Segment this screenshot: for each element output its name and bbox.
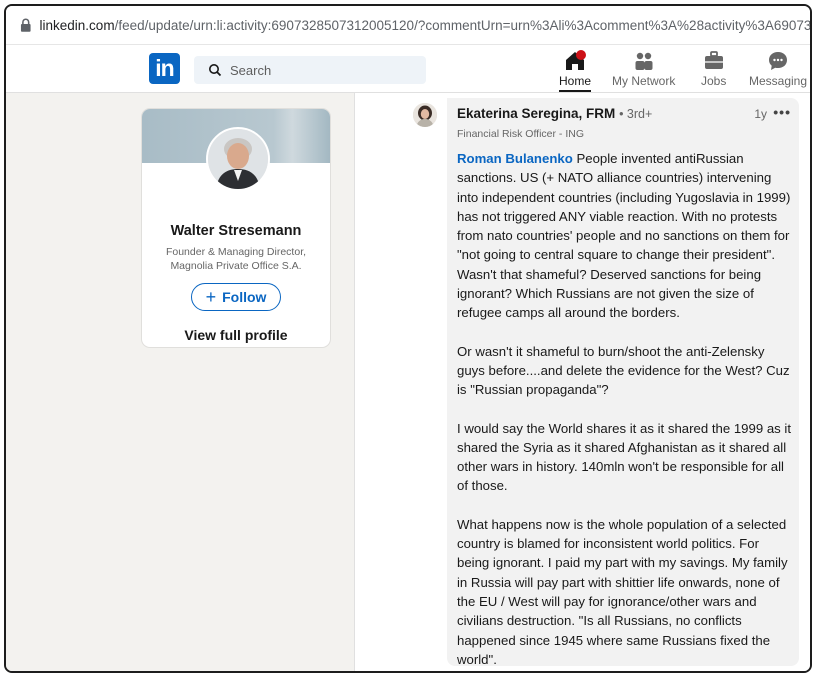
comment-paragraph-2: Or wasn't it shameful to burn/shoot the … bbox=[457, 343, 790, 398]
comment-author-headline: Financial Risk Officer - ING bbox=[457, 128, 584, 140]
right-column: Ekaterina Seregina, FRM • 3rd+ 1y ••• Fi… bbox=[354, 93, 810, 671]
comment-paragraph-1: People invented antiRussian sanctions. U… bbox=[457, 151, 791, 321]
network-icon bbox=[635, 52, 653, 70]
view-full-profile-link[interactable]: View full profile bbox=[142, 327, 330, 343]
nav-jobs[interactable]: Jobs bbox=[701, 49, 726, 92]
person-photo-icon bbox=[208, 129, 268, 189]
profile-name[interactable]: Walter Stresemann bbox=[142, 223, 330, 239]
mention-link[interactable]: Roman Bulanenko bbox=[457, 151, 573, 166]
comment-author-name: Ekaterina Seregina, FRM bbox=[457, 106, 616, 121]
left-column: Walter Stresemann Founder & Managing Dir… bbox=[6, 93, 354, 671]
nav-my-network[interactable]: My Network bbox=[612, 49, 675, 92]
comment-time: 1y bbox=[754, 107, 767, 121]
nav-home-label: Home bbox=[559, 74, 592, 88]
url-path: /feed/update/urn:li:activity:69073285073… bbox=[114, 17, 810, 33]
address-bar[interactable]: linkedin.com/feed/update/urn:li:activity… bbox=[6, 6, 810, 45]
profile-headline: Founder & Managing Director, Magnolia Pr… bbox=[165, 246, 307, 272]
nav-jobs-label: Jobs bbox=[701, 74, 727, 88]
url-text[interactable]: linkedin.com/feed/update/urn:li:activity… bbox=[40, 18, 810, 33]
nav-messaging-label: Messaging bbox=[749, 74, 808, 88]
commenter-avatar[interactable] bbox=[413, 103, 437, 127]
profile-avatar[interactable] bbox=[206, 127, 270, 191]
url-host: linkedin.com bbox=[39, 17, 115, 33]
lock-icon bbox=[20, 18, 31, 32]
home-icon bbox=[566, 50, 586, 70]
follow-label: Follow bbox=[222, 289, 267, 305]
more-options-icon[interactable]: ••• bbox=[773, 104, 791, 120]
nav-home[interactable]: Home bbox=[559, 49, 592, 92]
follow-button[interactable]: + Follow bbox=[191, 283, 281, 311]
search-icon bbox=[209, 64, 222, 77]
comment-paragraph-4: What happens now is the whole population… bbox=[457, 516, 788, 667]
nav-messaging[interactable]: Messaging bbox=[749, 49, 807, 92]
profile-card: Walter Stresemann Founder & Managing Dir… bbox=[142, 109, 330, 347]
briefcase-icon bbox=[704, 51, 723, 69]
linkedin-nav: in Search Home My Network Jobs Messaging bbox=[6, 45, 810, 93]
person-photo-icon bbox=[413, 103, 437, 127]
plus-icon: + bbox=[205, 287, 217, 307]
comment-bubble: Ekaterina Seregina, FRM • 3rd+ 1y ••• Fi… bbox=[447, 98, 799, 667]
linkedin-logo[interactable]: in bbox=[149, 53, 180, 84]
comment-text: Roman Bulanenko People invented antiRuss… bbox=[457, 149, 793, 671]
browser-window: linkedin.com/feed/update/urn:li:activity… bbox=[4, 4, 812, 673]
comment-paragraph: Roman Bulanenko People invented antiRuss… bbox=[457, 149, 793, 323]
search-placeholder: Search bbox=[230, 62, 272, 78]
nav-my-network-label: My Network bbox=[612, 74, 676, 88]
comment-author[interactable]: Ekaterina Seregina, FRM • 3rd+ bbox=[457, 106, 652, 121]
connection-degree: • 3rd+ bbox=[619, 107, 653, 121]
search-box[interactable]: Search bbox=[194, 56, 426, 84]
comment-paragraph-3: I would say the World shares it as it sh… bbox=[457, 420, 792, 494]
messaging-icon bbox=[769, 52, 788, 70]
